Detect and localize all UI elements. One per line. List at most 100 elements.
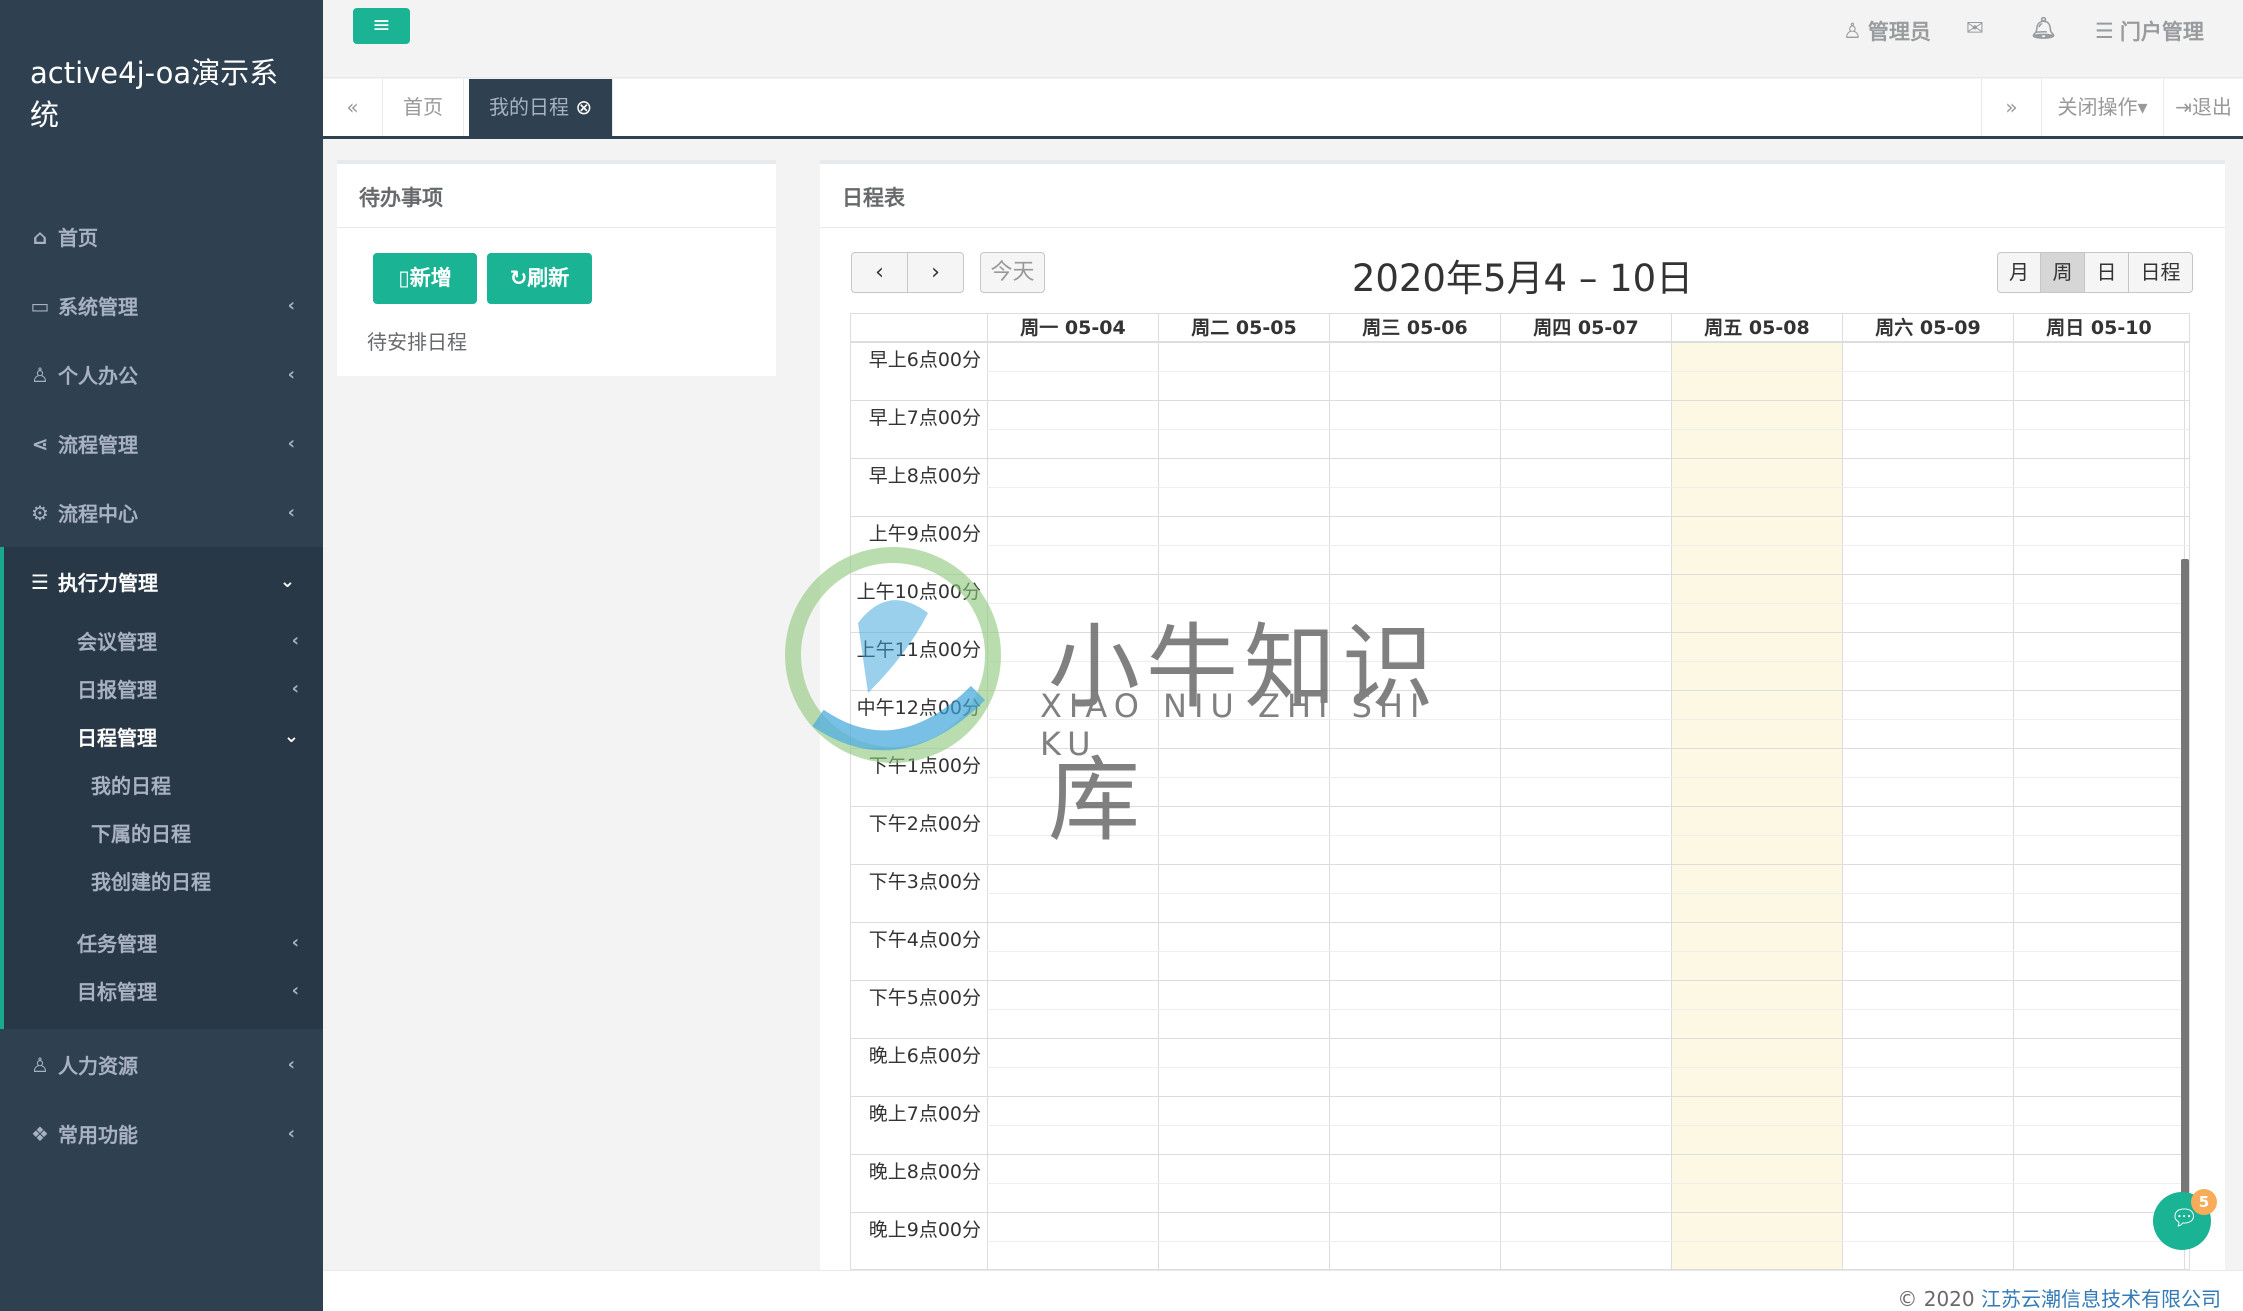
- sidebar-item-execution[interactable]: ☰ 执行力管理 ⌄: [0, 547, 323, 616]
- add-schedule-button[interactable]: ▯新增: [373, 253, 477, 304]
- sidebar-subitem-goal[interactable]: 目标管理 ‹: [0, 966, 323, 1014]
- grid-half-hour-line: [987, 603, 2189, 604]
- grid-half-hour-line: [987, 661, 2189, 662]
- time-slot-label: 早上8点00分: [868, 465, 981, 487]
- sidebar-leaf-created-schedule[interactable]: 我创建的日程: [0, 856, 323, 904]
- time-slot-label: 晚上7点00分: [868, 1103, 981, 1125]
- day-header-cell: 周六 05-09: [1842, 314, 2013, 342]
- view-month-button[interactable]: 月: [1997, 252, 2041, 293]
- sidebar-item-home[interactable]: ⌂ 首页: [0, 202, 323, 271]
- time-slot-label: 下午2点00分: [868, 813, 981, 835]
- mail-button[interactable]: ✉: [1966, 16, 1984, 40]
- desktop-icon: ▭: [30, 293, 50, 318]
- chevron-left-icon: ‹: [291, 629, 299, 651]
- chevron-left-icon: ‹: [291, 677, 299, 699]
- chevron-down-icon: ⌄: [279, 571, 295, 592]
- time-slot-label: 早上7点00分: [868, 407, 981, 429]
- calendar-time-body: 早上6点00分 早上7点00分 早上8点00分 上午9点00分 上午10点00分 上午11…: [851, 342, 2189, 1269]
- sidebar-item-hr[interactable]: ♙ 人力资源 ‹: [0, 1030, 323, 1099]
- chevron-left-icon: ‹: [287, 364, 295, 385]
- calendar-scrollbar[interactable]: [2181, 559, 2189, 1243]
- grid-half-hour-line: [987, 719, 2189, 720]
- app-brand: active4j-oa演示系统: [30, 56, 279, 132]
- grid-hour-line: [851, 458, 2189, 459]
- view-week-button[interactable]: 周: [2040, 252, 2085, 293]
- chevron-left-icon: ‹: [287, 1054, 295, 1075]
- page-tabs-bar: « 首页 我的日程 ⊗ » 关闭操作▾ ⇥退出: [323, 79, 2243, 139]
- sidebar-item-label: 首页: [58, 226, 98, 250]
- sidebar-item-label: 流程中心: [58, 502, 138, 526]
- sidebar-item-common[interactable]: ❖ 常用功能 ‹: [0, 1099, 323, 1168]
- tabs-scroll-left-button[interactable]: «: [323, 79, 383, 136]
- grid-hour-line: [851, 1212, 2189, 1213]
- todo-empty-text: 待安排日程: [367, 330, 467, 354]
- bars-icon: ≡: [372, 13, 391, 38]
- gear-icon: ⚙: [31, 500, 49, 525]
- todo-panel-title: 待办事项: [337, 160, 776, 228]
- time-slot-label: 下午1点00分: [868, 755, 981, 777]
- top-navbar: ≡ ♙ 管理员 ✉ 🔔︎ ☰ 门户管理: [323, 0, 2243, 78]
- close-circle-icon[interactable]: ⊗: [575, 95, 592, 119]
- sidebar-subitem-label: 日程管理: [77, 725, 157, 750]
- grid-hour-line: [851, 516, 2189, 517]
- server-icon: ☰: [31, 569, 49, 594]
- bell-icon: 🔔︎: [2030, 16, 2057, 40]
- sidebar-subitem-meeting[interactable]: 会议管理 ‹: [0, 616, 323, 664]
- sidebar-leaf-label: 下属的日程: [91, 821, 191, 846]
- tabs-scroll-right-button[interactable]: »: [1981, 79, 2041, 136]
- portal-menu[interactable]: ☰ 门户管理: [2095, 16, 2204, 46]
- menu-toggle-button[interactable]: ≡: [353, 8, 410, 44]
- sidebar-item-process-mgmt[interactable]: ⋖ 流程管理 ‹: [0, 409, 323, 478]
- sidebar-item-label: 流程管理: [58, 433, 138, 457]
- chevron-down-icon: ⌄: [283, 725, 299, 747]
- close-operations-dropdown[interactable]: 关闭操作▾: [2041, 79, 2163, 136]
- view-day-button[interactable]: 日: [2084, 252, 2129, 293]
- home-icon: ⌂: [32, 224, 48, 249]
- sidebar-subitem-schedule[interactable]: 日程管理 ⌄: [0, 712, 323, 760]
- sidebar-subitem-label: 目标管理: [77, 979, 157, 1004]
- tab-label: 首页: [403, 95, 443, 119]
- sidebar-item-label: 个人办公: [58, 364, 138, 388]
- view-agenda-button[interactable]: 日程: [2128, 252, 2193, 293]
- sidebar-subitem-daily-report[interactable]: 日报管理 ‹: [0, 664, 323, 712]
- sidebar-item-process-center[interactable]: ⚙ 流程中心 ‹: [0, 478, 323, 547]
- time-slot-label: 上午10点00分: [856, 581, 981, 603]
- grid-hour-line: [851, 342, 2189, 343]
- sidebar-item-label: 执行力管理: [58, 571, 158, 595]
- tab-home[interactable]: 首页: [383, 79, 464, 136]
- time-slot-label: 下午5点00分: [868, 987, 981, 1009]
- grid-hour-line: [851, 1096, 2189, 1097]
- grid-half-hour-line: [987, 835, 2189, 836]
- sidebar: active4j-oa演示系统 ⌂ 首页 ▭ 系统管理 ‹ ♙ 个人办公 ‹ ⋖…: [0, 0, 323, 1311]
- add-label: 新增: [409, 266, 452, 290]
- sidebar-leaf-my-schedule[interactable]: 我的日程: [0, 760, 323, 808]
- notifications-button[interactable]: 🔔︎: [2030, 16, 2057, 41]
- logout-button[interactable]: ⇥退出: [2163, 79, 2243, 136]
- chat-badge: 5: [2191, 1189, 2217, 1215]
- tab-my-schedule[interactable]: 我的日程 ⊗: [469, 79, 614, 136]
- sidebar-leaf-subordinate-schedule[interactable]: 下属的日程: [0, 808, 323, 856]
- close-ops-label: 关闭操作: [2057, 95, 2138, 119]
- calendar-week-grid: 周一 05-04 周二 05-05 周三 05-06 周四 05-07 周五 05-08…: [850, 313, 2190, 1270]
- sidebar-item-system[interactable]: ▭ 系统管理 ‹: [0, 271, 323, 340]
- sidebar-leaf-label: 我的日程: [91, 773, 171, 798]
- day-header-cell: 周日 05-10: [2013, 314, 2184, 342]
- file-icon: ▯: [398, 266, 410, 290]
- tab-label: 我的日程: [489, 95, 569, 119]
- grid-hour-line: [851, 400, 2189, 401]
- refresh-button[interactable]: ↻刷新: [487, 253, 592, 304]
- server-icon: ☰: [2095, 19, 2114, 43]
- view-label: 日: [2096, 260, 2117, 284]
- grid-hour-line: [851, 980, 2189, 981]
- company-link[interactable]: 江苏云潮信息技术有限公司: [1981, 1287, 2221, 1311]
- sidebar-item-personal[interactable]: ♙ 个人办公 ‹: [0, 340, 323, 409]
- sidebar-subitem-task[interactable]: 任务管理 ‹: [0, 918, 323, 966]
- time-slot-label: 中午12点00分: [856, 697, 981, 719]
- time-slot-label: 下午4点00分: [868, 929, 981, 951]
- chevron-left-icon: ‹: [287, 1123, 295, 1144]
- user-menu[interactable]: ♙ 管理员: [1843, 16, 1931, 46]
- day-header-cell: 周三 05-06: [1329, 314, 1500, 342]
- grid-half-hour-line: [987, 545, 2189, 546]
- grid-half-hour-line: [987, 429, 2189, 430]
- grid-hour-line: [851, 1038, 2189, 1039]
